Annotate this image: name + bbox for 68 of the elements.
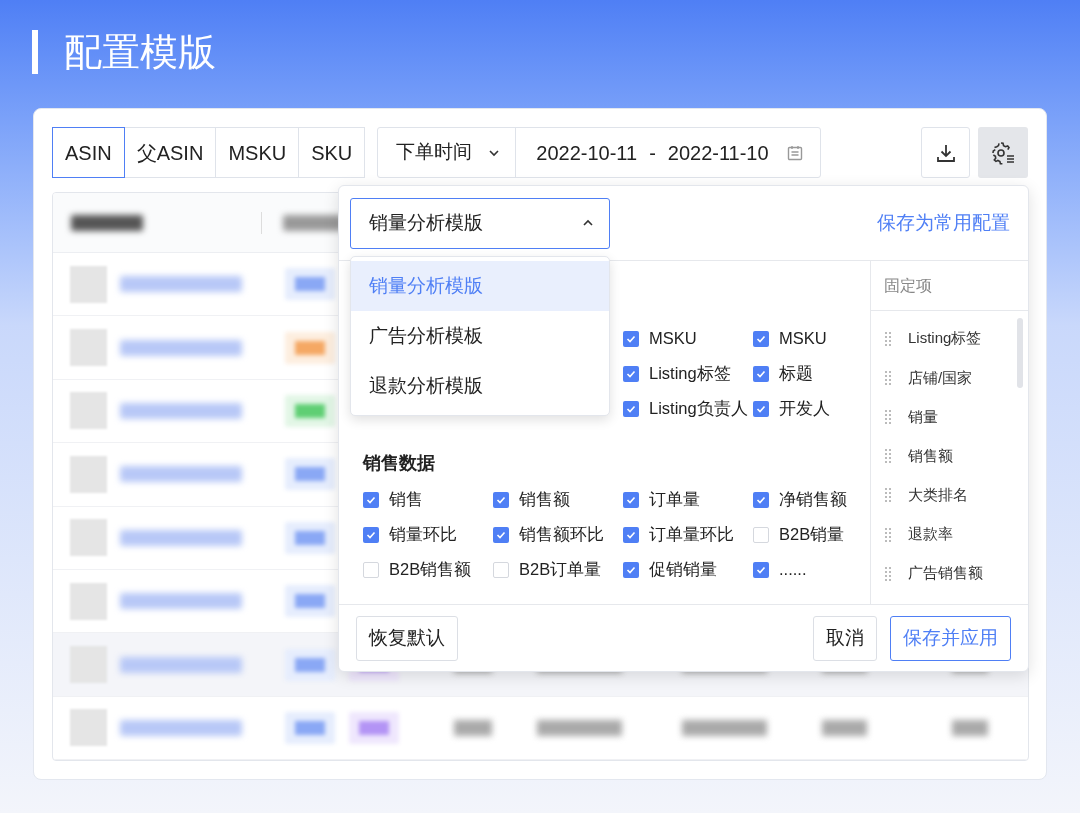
template-option[interactable]: 退款分析模版 [351,361,609,411]
id-type-tab[interactable]: ASIN [52,127,125,178]
checkbox[interactable] [753,330,769,347]
checkbox-label: 销量环比 [389,524,457,546]
pinned-item: 大类排名 [908,485,968,506]
checkbox-label: 促销销量 [649,559,717,581]
checkbox[interactable] [623,526,639,543]
save-as-common-link[interactable]: 保存为常用配置 [877,208,1010,238]
checkbox-label: B2B销售额 [389,559,472,581]
checkbox[interactable] [623,365,639,382]
id-type-tab[interactable]: MSKU [215,127,300,178]
section-title: 销售数据 [363,451,436,475]
checkbox-label: MSKU [779,328,827,350]
checkbox-label: B2B订单量 [519,559,602,581]
pinned-item: 销量 [908,406,938,427]
pinned-item: Listing标签 [908,328,982,349]
checkbox[interactable] [753,526,769,543]
checkbox-label: 订单量环比 [649,524,734,546]
checkbox[interactable] [363,561,379,578]
start-date: 2022-10-11 [536,140,638,166]
checkbox[interactable] [753,491,769,508]
checkbox-label: ...... [779,559,807,581]
date-range-field[interactable]: 2022-10-11 - 2022-11-10 [516,128,821,177]
checkbox-label: MSKU [649,328,697,350]
pinned-item: 店铺/国家 [908,367,973,388]
checkbox[interactable] [623,561,639,578]
checkbox-label: 订单量 [649,489,700,511]
checkbox[interactable] [363,526,379,543]
checkbox[interactable] [493,526,509,543]
checkbox[interactable] [363,491,379,508]
checkbox[interactable] [753,400,769,417]
checkbox-label: 标题 [779,363,813,385]
scrollbar[interactable] [1017,318,1023,388]
template-option[interactable]: 广告分析模板 [351,311,609,361]
checkbox[interactable] [493,491,509,508]
end-date: 2022-11-10 [667,140,769,166]
checkbox-label: Listing标签 [649,363,731,385]
template-select[interactable]: 销量分析模版 [350,197,610,249]
id-type-tab[interactable]: SKU [298,127,366,178]
checkbox[interactable] [623,330,639,347]
checkbox[interactable] [623,400,639,417]
page-title: 配置模版 [64,29,216,75]
checkbox[interactable] [493,561,509,578]
date-separator: - [649,140,656,166]
checkbox-label: Listing负责人 [649,398,748,420]
reset-button[interactable]: 恢复默认 [356,615,458,661]
save-and-apply-button[interactable]: 保存并应用 [890,615,1011,661]
pinned-item: 销售额 [908,445,953,466]
cancel-button[interactable]: 取消 [813,615,877,661]
pinned-item: 退款率 [908,524,953,545]
checkbox-label: 净销售额 [779,489,847,511]
checkbox-label: B2B销量 [779,524,845,546]
calendar-icon [786,143,805,162]
checkbox[interactable] [753,365,769,382]
date-type-select[interactable]: 下单时间 [378,128,517,177]
checkbox-label: 销售 [389,489,423,511]
checkbox[interactable] [623,491,639,508]
checkbox[interactable] [753,561,769,578]
download-button[interactable] [921,127,970,178]
settings-button[interactable] [978,127,1028,178]
checkbox-label: 销售额 [519,489,570,511]
pinned-header: 固定项 [871,261,1028,311]
checkbox-label: 开发人 [779,398,830,420]
id-type-tab[interactable]: 父ASIN [123,127,217,178]
pinned-item: 广告销售额 [908,563,983,584]
title-accent-bar [32,30,38,74]
settings-icon [990,140,1016,165]
checkbox-label: 销售额环比 [519,524,604,546]
